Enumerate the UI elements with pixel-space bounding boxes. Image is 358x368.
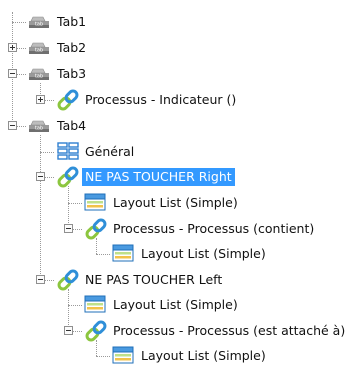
tree-node-label[interactable]: Tab1 [54,13,89,31]
collapse-toggle-icon[interactable] [64,224,73,233]
tree-node-tab3[interactable]: tab Tab3 [0,63,358,85]
tree-node-left-layout-list[interactable]: Layout List (Simple) [0,294,358,316]
tree-node-label[interactable]: NE PAS TOUCHER Left [82,271,225,289]
tree-node-label[interactable]: Tab3 [54,65,89,83]
link-icon [56,269,80,294]
tree-node-label[interactable]: Layout List (Simple) [110,296,241,314]
tree-node-label[interactable]: Processus - Indicateur () [82,91,239,109]
svg-text:tab: tab [35,22,43,28]
svg-text:tab: tab [35,74,43,80]
layout-list-icon [112,243,136,266]
tree-node-left-attache-layout-list[interactable]: Layout List (Simple) [0,345,358,367]
tree-node-left-processus-attache[interactable]: Processus - Processus (est attaché à) [0,320,358,342]
expand-toggle-icon[interactable] [36,95,45,104]
expand-toggle-icon[interactable] [8,43,17,52]
link-icon [84,320,108,345]
tree-node-right-contient-layout-list[interactable]: Layout List (Simple) [0,243,358,265]
svg-text:tab: tab [35,48,43,54]
tree-node-right-layout-list[interactable]: Layout List (Simple) [0,192,358,214]
layout-list-icon [84,294,108,317]
tree-view[interactable]: tab Tab1 tab Tab2 tab Tab3 Processus - Indicat… [0,0,358,365]
layout-icon [56,141,80,164]
tree-node-tab3-processus-indicateur[interactable]: Processus - Indicateur () [0,89,358,111]
tree-node-label[interactable]: Layout List (Simple) [110,194,241,212]
link-icon [84,218,108,243]
tree-node-label[interactable]: NE PAS TOUCHER Right [82,168,235,186]
tree-node-label[interactable]: Layout List (Simple) [138,347,269,365]
tree-node-label[interactable]: Processus - Processus (contient) [110,220,317,238]
tree-node-ne-pas-toucher-left[interactable]: NE PAS TOUCHER Left [0,269,358,291]
tree-node-right-processus-contient[interactable]: Processus - Processus (contient) [0,218,358,240]
tree-node-tab1[interactable]: tab Tab1 [0,11,358,33]
tree-node-tab2[interactable]: tab Tab2 [0,37,358,59]
tree-node-ne-pas-toucher-right[interactable]: NE PAS TOUCHER Right [0,166,358,188]
tree-node-label[interactable]: Tab2 [54,39,89,57]
tree-node-label[interactable]: Processus - Processus (est attaché à) [110,322,348,340]
collapse-toggle-icon[interactable] [8,121,17,130]
tree-node-tab4[interactable]: tab Tab4 [0,115,358,137]
tree-node-tab4-general[interactable]: Général [0,141,358,163]
tree-node-label[interactable]: Général [82,143,137,161]
collapse-toggle-icon[interactable] [36,275,45,284]
collapse-toggle-icon[interactable] [64,326,73,335]
tree-node-label[interactable]: Layout List (Simple) [138,245,269,263]
collapse-toggle-icon[interactable] [8,69,17,78]
layout-list-icon [84,192,108,215]
tab-icon: tab [28,67,50,84]
tab-icon: tab [28,119,50,136]
tab-icon: tab [28,15,50,32]
tab-icon: tab [28,41,50,58]
tree-node-label[interactable]: Tab4 [54,117,89,135]
collapse-toggle-icon[interactable] [36,172,45,181]
svg-text:tab: tab [35,126,43,132]
link-icon [56,166,80,191]
link-icon [56,89,80,114]
